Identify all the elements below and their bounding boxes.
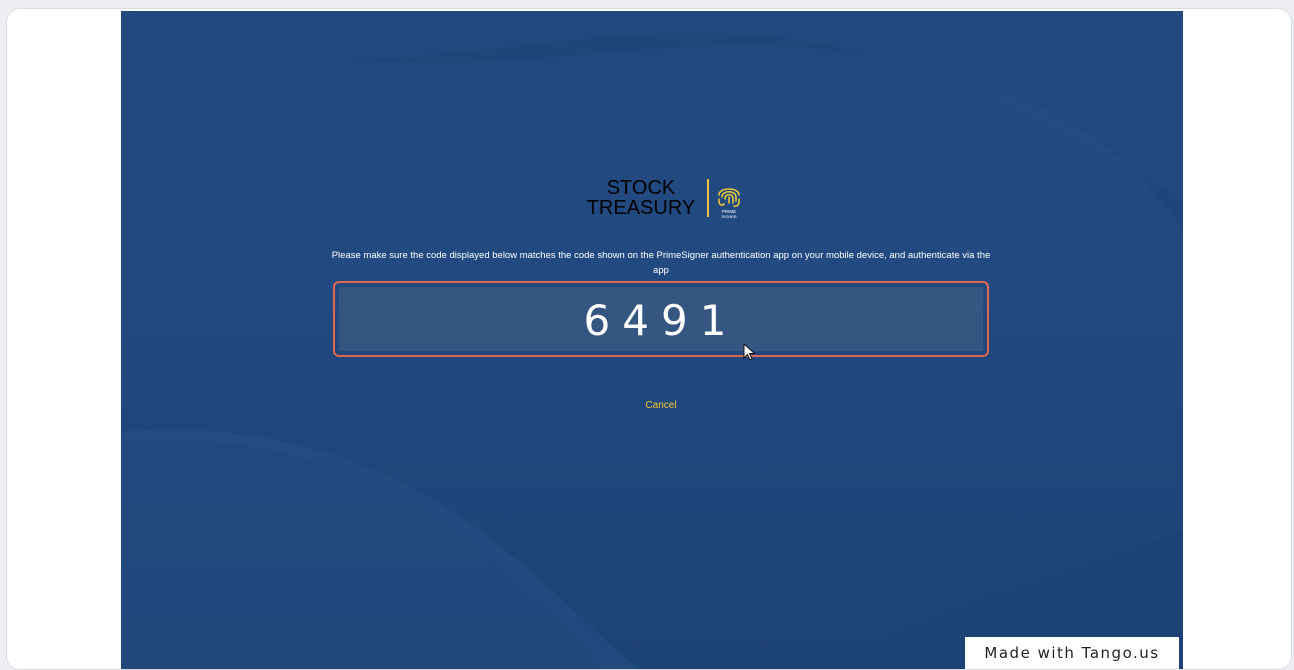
- logo-separator: [707, 179, 709, 217]
- verification-code: 6491: [583, 296, 739, 345]
- window-frame: STOCK TREASURY PRIME SIGNER Please make …: [6, 8, 1292, 670]
- instruction-text: Please make sure the code displayed belo…: [331, 250, 991, 276]
- logo-mark-text-2: SIGNER: [721, 214, 736, 219]
- auth-screen: STOCK TREASURY PRIME SIGNER Please make …: [121, 11, 1183, 669]
- tango-watermark: Made with Tango.us: [965, 637, 1179, 669]
- fingerprint-icon: PRIME SIGNER: [718, 188, 740, 219]
- logo-line-2: TREASURY: [586, 197, 696, 219]
- mouse-pointer-icon: [743, 343, 756, 361]
- verification-code-box: 6491: [333, 281, 989, 357]
- stock-treasury-logo: STOCK TREASURY PRIME SIGNER: [581, 175, 761, 223]
- logo-line-1: STOCK: [606, 177, 676, 199]
- cancel-link[interactable]: Cancel: [611, 400, 711, 411]
- verification-code-panel: 6491: [339, 287, 983, 351]
